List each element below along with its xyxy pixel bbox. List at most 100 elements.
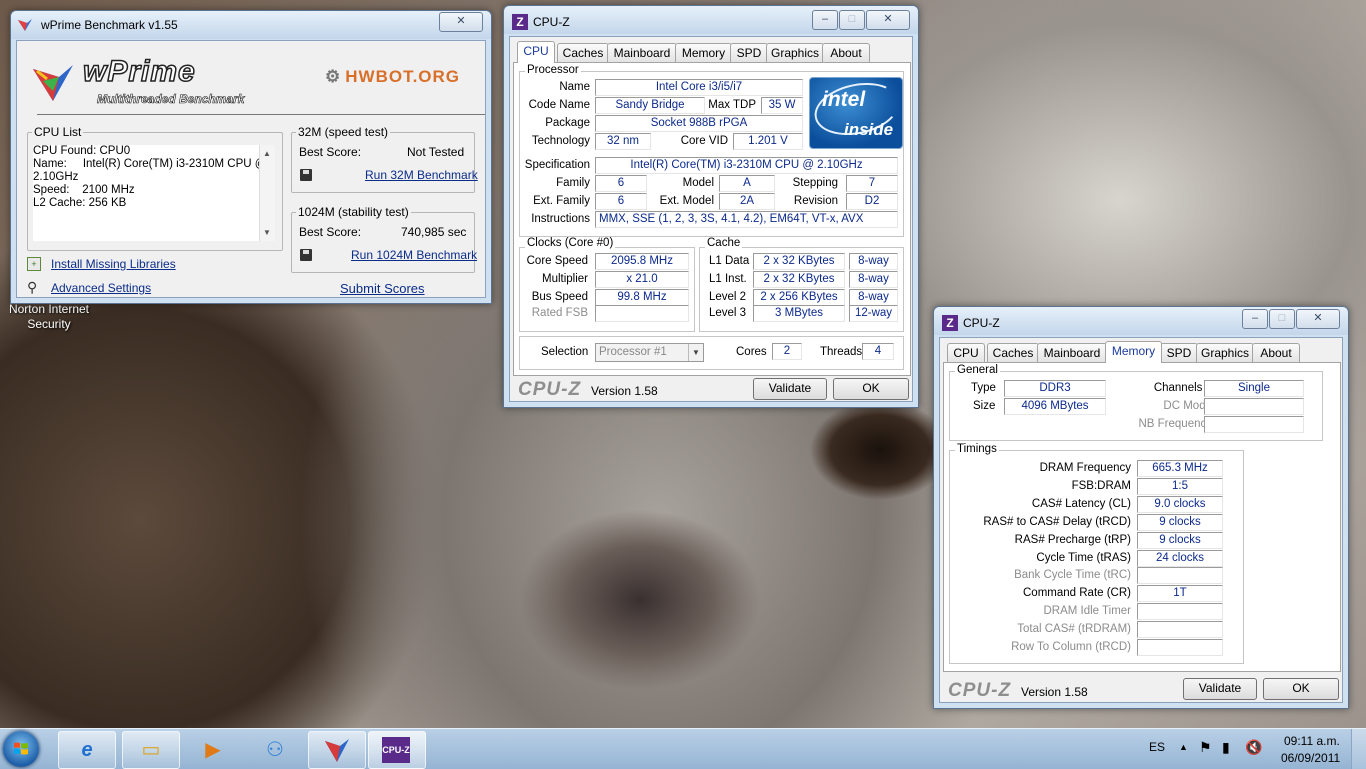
taskbar-windows-explorer[interactable]: ▭ [122, 731, 180, 769]
minimize-icon: – [1251, 312, 1259, 324]
close-button[interactable]: ✕ [1296, 309, 1340, 329]
taskbar-network-people[interactable]: ⚇ [246, 731, 304, 769]
tab-mainboard[interactable]: Mainboard [607, 43, 677, 63]
cpu-list-line: CPU Found: CPU0 [33, 145, 131, 157]
ok-button[interactable]: OK [1263, 678, 1339, 700]
tab-spd[interactable]: SPD [730, 43, 768, 63]
nb-frequency-value [1204, 416, 1304, 433]
tab-memory[interactable]: Memory [1105, 341, 1162, 363]
timing-label: DRAM Idle Timer [1043, 605, 1131, 618]
cpuz-titlebar[interactable]: Z CPU-Z – □ ✕ [504, 6, 918, 34]
l1-inst-label: L1 Inst. [709, 273, 747, 285]
ext-family-value: 6 [595, 193, 647, 210]
maximize-button[interactable]: □ [1269, 309, 1295, 329]
l1-inst-way: 8-way [849, 271, 898, 288]
timing-label: Cycle Time (tRAS) [1036, 551, 1131, 564]
taskbar-cpuz[interactable]: CPU-Z [368, 731, 426, 769]
advanced-settings-link[interactable]: Advanced Settings [51, 281, 151, 295]
size-value: 4096 MBytes [1004, 398, 1106, 415]
wprime-logo-subtitle: Multithreaded Benchmark [97, 92, 245, 107]
technology-value: 32 nm [595, 133, 651, 150]
revision-label: Revision [793, 195, 838, 207]
desktop-icon-label[interactable]: Norton Internet Security [4, 302, 94, 332]
tab-mainboard[interactable]: Mainboard [1037, 343, 1107, 363]
tab-cpu[interactable]: CPU [517, 41, 555, 63]
cpuz-titlebar[interactable]: Z CPU-Z – □ ✕ [934, 307, 1348, 335]
tab-caches[interactable]: Caches [987, 343, 1039, 363]
tab-spd[interactable]: SPD [1160, 343, 1198, 363]
stepping-label: Stepping [792, 177, 838, 189]
maximize-button[interactable]: □ [839, 10, 865, 30]
show-hidden-icons[interactable]: ▲ [1179, 742, 1188, 752]
scroll-up-icon[interactable]: ▲ [263, 147, 271, 160]
close-button[interactable]: ✕ [439, 12, 483, 32]
processor-select[interactable]: Processor #1 ▼ [595, 343, 704, 362]
start-button[interactable] [3, 731, 39, 767]
best-score-32m: Not Tested [407, 145, 465, 159]
cpu-list-scrollbar[interactable]: ▲ ▼ [259, 145, 275, 241]
code-name-label: Code Name [528, 99, 590, 111]
cpuz-tabs: CPU Caches Mainboard Memory SPD Graphics… [517, 41, 907, 63]
cpu-list-box[interactable]: CPU Found: CPU0 Name: Intel(R) Core(TM) … [33, 145, 275, 241]
tab-cpu[interactable]: CPU [947, 343, 985, 363]
version-label: Version 1.58 [1021, 685, 1088, 699]
taskbar-wprime[interactable] [308, 731, 366, 769]
scroll-down-icon[interactable]: ▼ [263, 226, 271, 239]
run-32m-link[interactable]: Run 32M Benchmark [365, 168, 478, 182]
package-value: Socket 988B rPGA [595, 115, 803, 132]
tab-caches[interactable]: Caches [557, 43, 609, 63]
volume-muted-icon[interactable]: 🔇 [1245, 739, 1262, 756]
ok-button[interactable]: OK [833, 378, 909, 400]
chevron-down-icon[interactable]: ▼ [688, 344, 703, 361]
general-legend: General [955, 364, 1000, 376]
window-title: CPU-Z [533, 15, 570, 29]
wprime-titlebar[interactable]: wPrime Benchmark v1.55 ✕ [11, 11, 491, 39]
taskbar-internet-explorer[interactable]: e [58, 731, 116, 769]
taskbar-media-player[interactable]: ▶ [184, 731, 242, 769]
install-libraries-link[interactable]: Install Missing Libraries [51, 257, 176, 271]
tab-graphics[interactable]: Graphics [766, 43, 824, 63]
timing-label: Command Rate (CR) [1023, 587, 1131, 600]
validate-button[interactable]: Validate [753, 378, 827, 400]
max-tdp-label: Max TDP [708, 99, 756, 111]
hwbot-gear-icon: ⚙ [325, 67, 342, 86]
ext-family-label: Ext. Family [533, 195, 590, 207]
channels-value: Single [1204, 380, 1304, 397]
hwbot-logo[interactable]: ⚙ HWBOT.ORG [325, 67, 460, 87]
cpuz-memory-window: Z CPU-Z – □ ✕ CPU Caches Mainboard Memor… [933, 306, 1349, 709]
timing-label: Row To Column (tRCD) [1011, 641, 1131, 653]
clock-time[interactable]: 09:11 a.m. [1284, 734, 1340, 748]
cores-label: Cores [736, 346, 767, 358]
show-desktop-button[interactable] [1351, 729, 1366, 769]
family-label: Family [556, 177, 590, 189]
timing-label: Total CAS# (tRDRAM) [1017, 623, 1131, 636]
best-score-label: Best Score: [299, 225, 362, 239]
divider [37, 114, 485, 115]
minimize-button[interactable]: – [1242, 309, 1268, 329]
cpu-list-line: L2 Cache: 256 KB [33, 197, 127, 209]
bus-speed-label: Bus Speed [531, 291, 588, 303]
minimize-button[interactable]: – [812, 10, 838, 30]
type-label: Type [971, 382, 996, 394]
timing-value: 9 clocks [1137, 531, 1223, 549]
wprime-app-icon [18, 19, 32, 31]
rated-fsb-value [595, 305, 689, 322]
threads-label: Threads [820, 346, 863, 358]
submit-scores-link[interactable]: Submit Scores [340, 281, 425, 296]
tab-memory[interactable]: Memory [675, 43, 732, 63]
clock-date[interactable]: 06/09/2011 [1281, 751, 1340, 765]
close-button[interactable]: ✕ [866, 10, 910, 30]
language-indicator[interactable]: ES [1149, 740, 1165, 754]
validate-button[interactable]: Validate [1183, 678, 1257, 700]
network-icon[interactable]: ▮ [1222, 739, 1230, 756]
tab-about[interactable]: About [1252, 343, 1300, 363]
windows-explorer-icon: ▭ [141, 739, 161, 761]
inside-word: inside [844, 120, 894, 139]
maximize-icon: □ [1278, 312, 1286, 324]
tab-graphics[interactable]: Graphics [1196, 343, 1254, 363]
tab-about[interactable]: About [822, 43, 870, 63]
run-1024m-link[interactable]: Run 1024M Benchmark [351, 248, 477, 262]
specification-value: Intel(R) Core(TM) i3-2310M CPU @ 2.10GHz [595, 157, 898, 174]
action-center-icon[interactable]: ⚑ [1199, 739, 1212, 756]
nb-frequency-label: NB Frequency [1138, 418, 1212, 430]
